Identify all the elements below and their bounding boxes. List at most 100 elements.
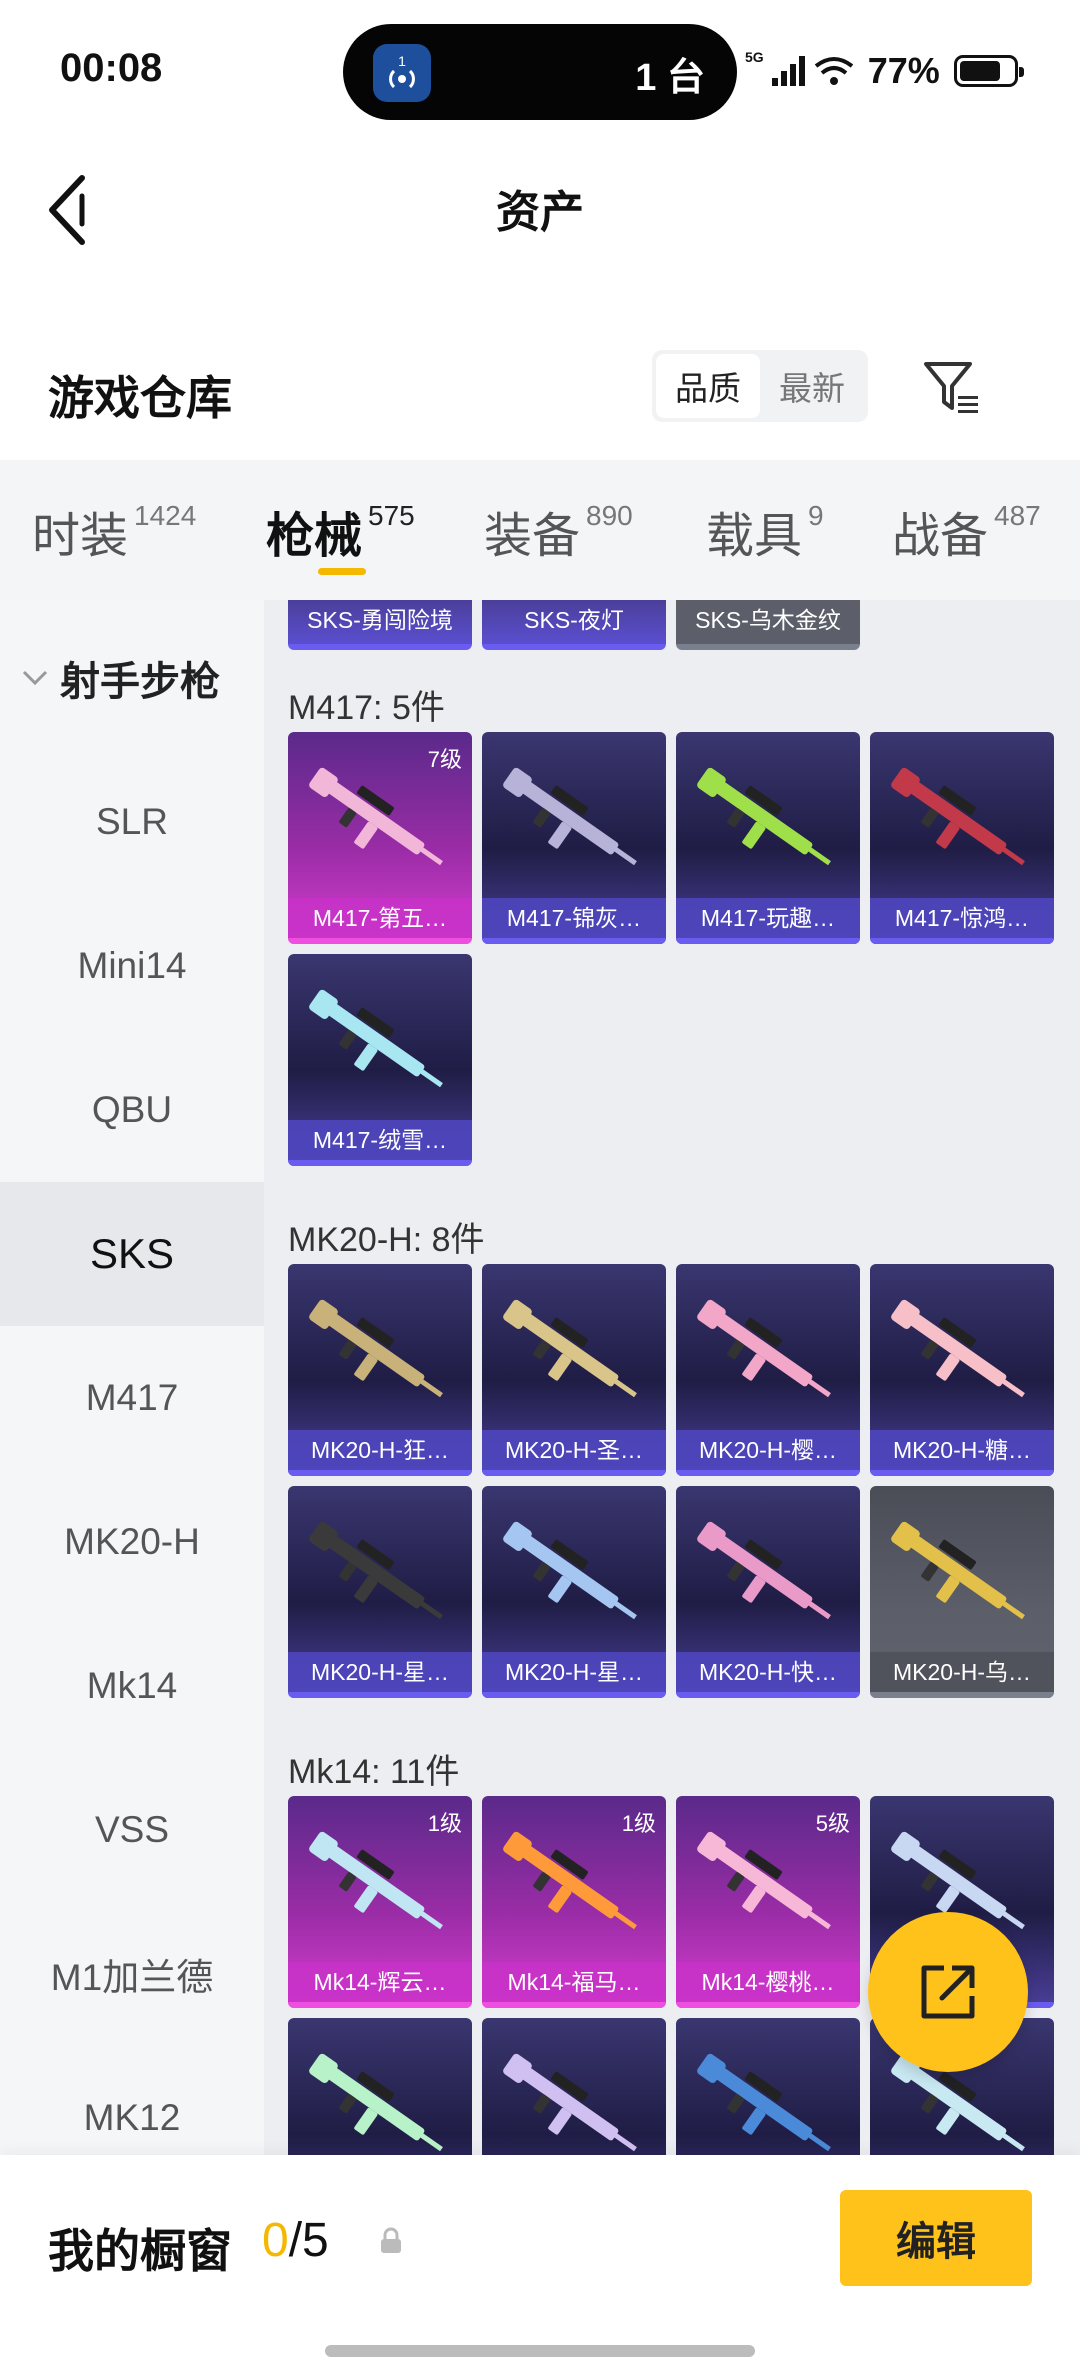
- tab-label: 装备: [484, 510, 581, 563]
- sidebar-item-m1-garand[interactable]: M1加兰德: [0, 1902, 264, 2046]
- sidebar-group-label: 射手步枪: [60, 660, 220, 704]
- dynamic-island[interactable]: 1 1 台: [343, 24, 737, 120]
- tab-label: 载具: [706, 510, 803, 563]
- edit-button[interactable]: 编辑: [840, 2190, 1032, 2286]
- sidebar-item-vss[interactable]: VSS: [0, 1758, 264, 1902]
- rifle-icon: [697, 767, 831, 866]
- skin-card[interactable]: M417-绒雪…: [288, 954, 472, 1166]
- active-tab-indicator: [318, 568, 366, 575]
- skin-card-partial[interactable]: SKS-乌木金纹: [676, 600, 860, 650]
- page-title: 资产: [496, 188, 584, 237]
- network-label: 5G: [745, 49, 764, 65]
- skin-name: MK20-H-乌…: [870, 1652, 1054, 1692]
- tab-supplies[interactable]: 战备 487: [892, 496, 1041, 566]
- skin-card[interactable]: MK20-H-樱…: [676, 1264, 860, 1476]
- filter-icon: [924, 362, 978, 413]
- rarity-bar: [288, 1470, 472, 1476]
- skin-name: MK20-H-狂…: [288, 1430, 472, 1470]
- skin-card[interactable]: [676, 2018, 860, 2155]
- wifi-icon: [814, 57, 853, 85]
- category-tabs: 时装 1424 枪械 575 装备 890 载具 9 战备 487: [0, 460, 1080, 600]
- sidebar-item-mk14[interactable]: Mk14: [0, 1614, 264, 1758]
- rarity-bar: [288, 1692, 472, 1698]
- skin-card[interactable]: 7级 M417-第五…: [288, 732, 472, 944]
- rifle-icon: [503, 1299, 637, 1398]
- status-indicators: 5G 77%: [745, 46, 1024, 96]
- cast-app-icon: 1: [373, 44, 431, 102]
- skin-card[interactable]: [482, 2018, 666, 2155]
- skin-card[interactable]: MK20-H-狂…: [288, 1264, 472, 1476]
- rarity-bar: [482, 1692, 666, 1698]
- skin-card[interactable]: 1级 Mk14-福马…: [482, 1796, 666, 2008]
- skin-name: M417-第五…: [288, 898, 472, 938]
- skin-card[interactable]: 1级 Mk14-辉云…: [288, 1796, 472, 2008]
- skin-card[interactable]: MK20-H-乌…: [870, 1486, 1054, 1698]
- skin-name: MK20-H-星…: [288, 1652, 472, 1692]
- home-indicator[interactable]: [325, 2345, 755, 2357]
- skin-card[interactable]: 5级 Mk14-樱桃…: [676, 1796, 860, 2008]
- skin-name: M417-绒雪…: [288, 1120, 472, 1160]
- skin-level-badge: 5级: [815, 1811, 850, 1836]
- sidebar-item-m417[interactable]: M417: [0, 1326, 264, 1470]
- rarity-bar: [288, 2002, 472, 2008]
- skin-card-partial[interactable]: SKS-勇闯险境: [288, 600, 472, 650]
- rarity-bar: [676, 1692, 860, 1698]
- tab-guns[interactable]: 枪械 575: [266, 496, 415, 566]
- skin-card-partial[interactable]: SKS-夜灯: [482, 600, 666, 650]
- tab-count: 487: [994, 500, 1041, 531]
- skin-name: Mk14-福马…: [482, 1962, 666, 2002]
- rarity-bar: [676, 2002, 860, 2008]
- rarity-bar: [482, 938, 666, 944]
- group-title-mk14: Mk14: 11件: [288, 1753, 460, 1791]
- tab-count: 575: [368, 500, 415, 531]
- skin-name: M417-锦灰…: [482, 898, 666, 938]
- skin-card[interactable]: M417-惊鸿…: [870, 732, 1054, 944]
- rarity-bar: [676, 938, 860, 944]
- skin-name: Mk14-樱桃…: [676, 1962, 860, 2002]
- skin-card[interactable]: M417-锦灰…: [482, 732, 666, 944]
- skin-card[interactable]: [288, 2018, 472, 2155]
- skin-name: MK20-H-圣…: [482, 1430, 666, 1470]
- rarity-bar: [870, 1692, 1054, 1698]
- share-button[interactable]: [868, 1912, 1028, 2072]
- skin-card[interactable]: MK20-H-糖…: [870, 1264, 1054, 1476]
- sidebar-item-mk20h[interactable]: MK20-H: [0, 1470, 264, 1614]
- sidebar-item-mini14[interactable]: Mini14: [0, 894, 264, 1038]
- skin-level-badge: 7级: [427, 747, 462, 772]
- group-title-m417: M417: 5件: [288, 689, 445, 727]
- tab-vehicles[interactable]: 载具 9: [706, 496, 824, 566]
- rifle-icon: [503, 767, 637, 866]
- tab-label: 时装: [32, 510, 129, 563]
- sort-option-quality[interactable]: 品质: [656, 354, 760, 418]
- tab-label: 枪械: [266, 510, 363, 563]
- showcase-label: 我的橱窗: [48, 2225, 232, 2277]
- skin-card[interactable]: MK20-H-快…: [676, 1486, 860, 1698]
- battery-icon: [953, 55, 1024, 87]
- group-title-mk20h: MK20-H: 8件: [288, 1221, 485, 1259]
- skin-card[interactable]: M417-玩趣…: [676, 732, 860, 944]
- sidebar-item-mk12[interactable]: MK12: [0, 2046, 264, 2155]
- island-badge: 1: [398, 53, 406, 69]
- chevron-down-icon: [22, 670, 48, 686]
- skin-card[interactable]: MK20-H-星…: [288, 1486, 472, 1698]
- rifle-icon: [891, 767, 1025, 866]
- sort-option-newest[interactable]: 最新: [760, 354, 864, 418]
- rarity-bar: [288, 1160, 472, 1166]
- tab-count: 890: [586, 500, 633, 531]
- filter-button[interactable]: [920, 356, 984, 420]
- sidebar-item-slr[interactable]: SLR: [0, 750, 264, 894]
- rifle-icon: [309, 989, 443, 1088]
- sidebar-item-sks[interactable]: SKS: [0, 1182, 264, 1326]
- rifle-icon: [891, 1299, 1025, 1398]
- skin-name: M417-玩趣…: [676, 898, 860, 938]
- skin-card[interactable]: MK20-H-圣…: [482, 1264, 666, 1476]
- skin-card[interactable]: MK20-H-星…: [482, 1486, 666, 1698]
- tab-equipment[interactable]: 装备 890: [484, 496, 633, 566]
- skin-level-badge: 1级: [427, 1811, 462, 1836]
- battery-fill: [959, 61, 1000, 81]
- sidebar-group-marksman-rifles[interactable]: 射手步枪: [0, 630, 264, 726]
- tab-fashion[interactable]: 时装 1424: [32, 496, 196, 566]
- rifle-icon: [503, 1521, 637, 1620]
- rifle-icon: [697, 2053, 831, 2152]
- sidebar-item-qbu[interactable]: QBU: [0, 1038, 264, 1182]
